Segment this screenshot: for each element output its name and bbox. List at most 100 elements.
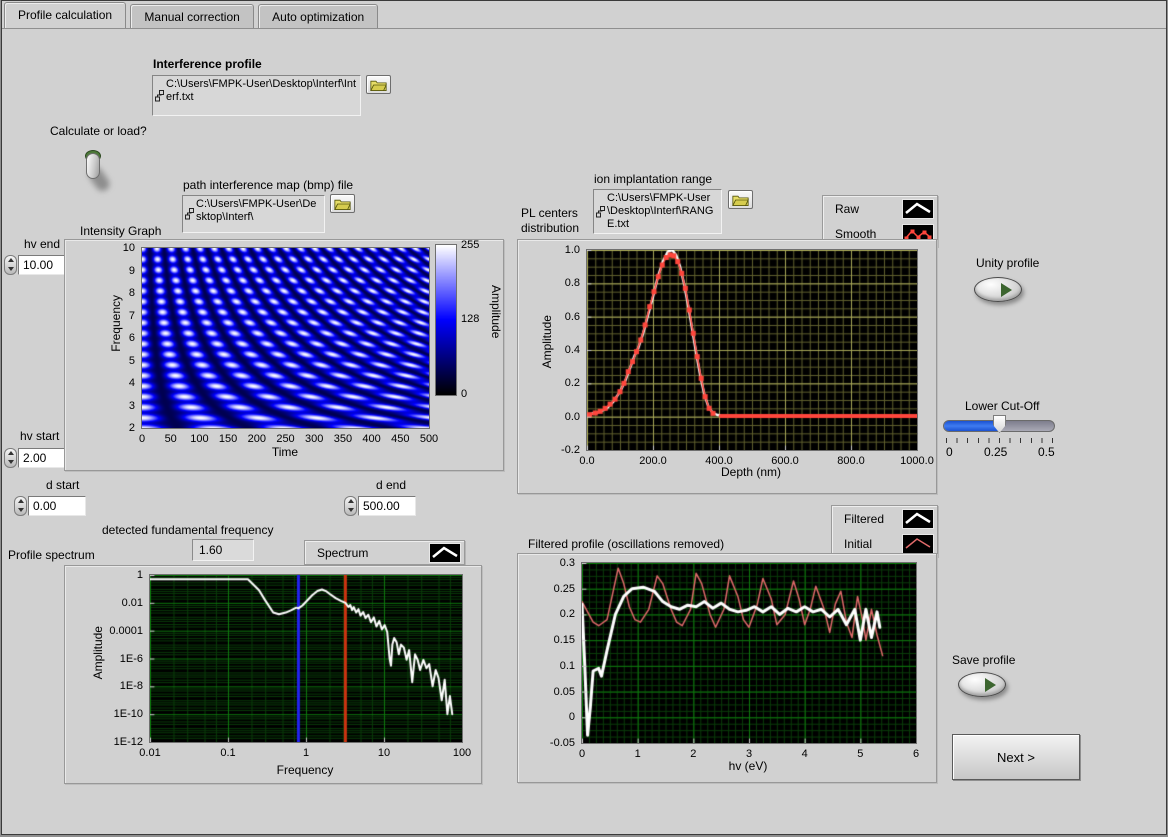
tick-label: 4	[128, 377, 135, 389]
tick-label: 1E-10	[113, 708, 143, 721]
tick-label: 200	[247, 433, 266, 445]
lower-cutoff-slider[interactable]	[943, 415, 1055, 435]
filtered-plot: 0 1 2 3 4 5 6 0.3 0.25 0.2 0.15 0.1 0.05 0 -0.05	[550, 557, 919, 760]
increment-icon[interactable]	[347, 499, 354, 503]
decrement-icon[interactable]	[17, 508, 24, 512]
marker-sample-icon	[922, 230, 927, 234]
ion-range-path-text: C:\Users\FMPK-User\Desktop\Interf\RANGE.…	[607, 192, 714, 230]
filtered-legend-initial-sample[interactable]	[902, 533, 934, 554]
d-end-label: d end	[376, 478, 407, 492]
decrement-icon[interactable]	[7, 267, 14, 271]
bmp-file-path-input[interactable]: C:\Users\FMPK-User\Desktop\Interf\	[182, 195, 325, 233]
tick-label: 8	[128, 287, 135, 299]
save-profile-label: Save profile	[952, 653, 1016, 667]
decrement-icon[interactable]	[7, 460, 14, 464]
pl-y-axis-label: Amplitude	[540, 315, 554, 369]
tick-label: 0.0001	[109, 624, 143, 637]
tick-label: 9	[128, 264, 135, 277]
tick-label: 6	[912, 748, 920, 760]
intensity-plot: 0 50 100 150 200 250 300 350 400 450 500 10 9 8 7 6 5 4 3 2	[123, 242, 438, 445]
spectrum-plot[interactable]: 0.01 0.1 1 10 100 1 0.01 0.0001 1E-6 1E-8 1E-10 1E-…	[109, 569, 471, 759]
intensity-graph-panel: 0 50 100 150 200 250 300 350 400 450 500 10 9 8 7 6 5 4 3 2…	[64, 239, 504, 471]
save-profile-button[interactable]	[958, 672, 1006, 697]
slider-fill	[944, 421, 999, 431]
tab-manual-correction[interactable]: Manual correction	[130, 4, 254, 28]
hv-start-spinner[interactable]	[4, 447, 17, 468]
intensity-graph-label: Intensity Graph	[80, 224, 162, 238]
tab-auto-optimization[interactable]: Auto optimization	[258, 4, 379, 28]
slider-min-label: 0	[946, 445, 953, 459]
interference-profile-browse-button[interactable]	[366, 75, 391, 94]
path-type-icon	[155, 89, 164, 102]
spectrum-legend-sample[interactable]	[429, 542, 461, 563]
spectrum-plot-canvas[interactable]	[149, 574, 463, 743]
increment-icon[interactable]	[17, 499, 24, 503]
tick-label: 7	[128, 309, 135, 322]
filtered-profile-panel: 0 1 2 3 4 5 6 0.3 0.25 0.2 0.15 0.1 0.05 0 -0.05 hv (e…	[517, 553, 937, 783]
ion-range-browse-button[interactable]	[728, 190, 753, 209]
tick-label: 1000.0	[900, 455, 934, 467]
tick-label: 2	[128, 422, 135, 434]
intensity-plot-canvas	[141, 247, 430, 429]
tick-label: 0.1	[559, 659, 575, 672]
pl-x-axis-label: Depth (nm)	[720, 465, 782, 479]
interference-profile-label: Interference profile	[153, 57, 262, 71]
tick-label: 1E-8	[119, 680, 143, 693]
slider-mid-label: 0.25	[984, 445, 1008, 459]
interference-profile-path-text: C:\Users\FMPK-User\Desktop\Interf\Interf…	[166, 78, 357, 103]
bmp-file-path-text: C:\Users\FMPK-User\Desktop\Interf\	[196, 198, 317, 223]
tick-label: 350	[333, 433, 353, 445]
tab-profile-calculation[interactable]: Profile calculation	[4, 2, 127, 28]
bmp-file-browse-button[interactable]	[330, 194, 355, 213]
d-end-input[interactable]: 500.00	[358, 495, 416, 516]
pl-centers-label: PL centers distribution	[521, 206, 580, 235]
unity-profile-label: Unity profile	[976, 256, 1040, 270]
spectrum-legend[interactable]: Spectrum	[304, 540, 465, 565]
d-start-spinner[interactable]	[14, 495, 27, 516]
tick-label: 50	[164, 433, 177, 445]
tick-label: 800.0	[837, 455, 865, 467]
tick-label: 0.6	[564, 310, 580, 323]
tick-label: 450	[391, 433, 410, 445]
pl-legend-raw-sample[interactable]	[902, 198, 934, 219]
tick-label: 300	[305, 433, 324, 445]
tick-label: 0	[138, 433, 146, 445]
d-end-spinner[interactable]	[344, 495, 357, 516]
calculate-load-toggle[interactable]	[82, 150, 116, 194]
pl-legend-raw-row[interactable]: Raw	[823, 196, 937, 221]
pl-legend-raw-label: Raw	[835, 201, 860, 216]
filtered-legend[interactable]: Filtered Initial	[831, 505, 938, 557]
tick-label: 10	[377, 747, 391, 759]
filtered-x-axis-label: hv (eV)	[728, 759, 768, 773]
unity-profile-button[interactable]	[974, 277, 1022, 302]
toggle-knob[interactable]	[86, 153, 100, 179]
increment-icon[interactable]	[7, 451, 14, 455]
bmp-file-label: path interference map (bmp) file	[183, 178, 354, 192]
marker-sample-icon	[910, 229, 915, 233]
spectrum-panel: 0.01 0.1 1 10 100 1 0.01 0.0001 1E-6 1E-8 1E-10 1E-…	[64, 565, 482, 784]
tick-label: 250	[276, 433, 295, 445]
tick-label: 1	[634, 748, 641, 760]
tick-label: 1E-6	[119, 652, 143, 665]
d-start-input[interactable]: 0.00	[28, 495, 86, 516]
line-sample-icon	[432, 545, 458, 558]
increment-icon[interactable]	[7, 258, 14, 262]
ion-range-label: ion implantation range	[594, 172, 713, 186]
folder-open-icon	[732, 195, 749, 206]
lower-cutoff-label: Lower Cut-Off	[965, 399, 1040, 413]
ion-range-path-input[interactable]: C:\Users\FMPK-User\Desktop\Interf\RANGE.…	[593, 189, 722, 234]
next-button[interactable]: Next >	[952, 734, 1080, 780]
line-sample-icon	[905, 201, 931, 214]
tick-label: 0.2	[559, 608, 575, 621]
hv-end-label: hv end	[24, 237, 61, 251]
interference-profile-path-input[interactable]: C:\Users\FMPK-User\Desktop\Interf\Interf…	[152, 75, 361, 116]
d-start-label: d start	[46, 478, 80, 492]
decrement-icon[interactable]	[347, 508, 354, 512]
tick-label: 0	[578, 748, 586, 760]
filtered-legend-filtered-sample[interactable]	[902, 508, 934, 529]
hv-end-spinner[interactable]	[4, 254, 17, 275]
hv-start-label: hv start	[20, 429, 60, 443]
filtered-profile-label: Filtered profile (oscillations removed)	[528, 537, 725, 551]
filtered-legend-filtered-row[interactable]: Filtered	[832, 506, 937, 531]
slider-max-label: 0.5	[1038, 445, 1055, 459]
